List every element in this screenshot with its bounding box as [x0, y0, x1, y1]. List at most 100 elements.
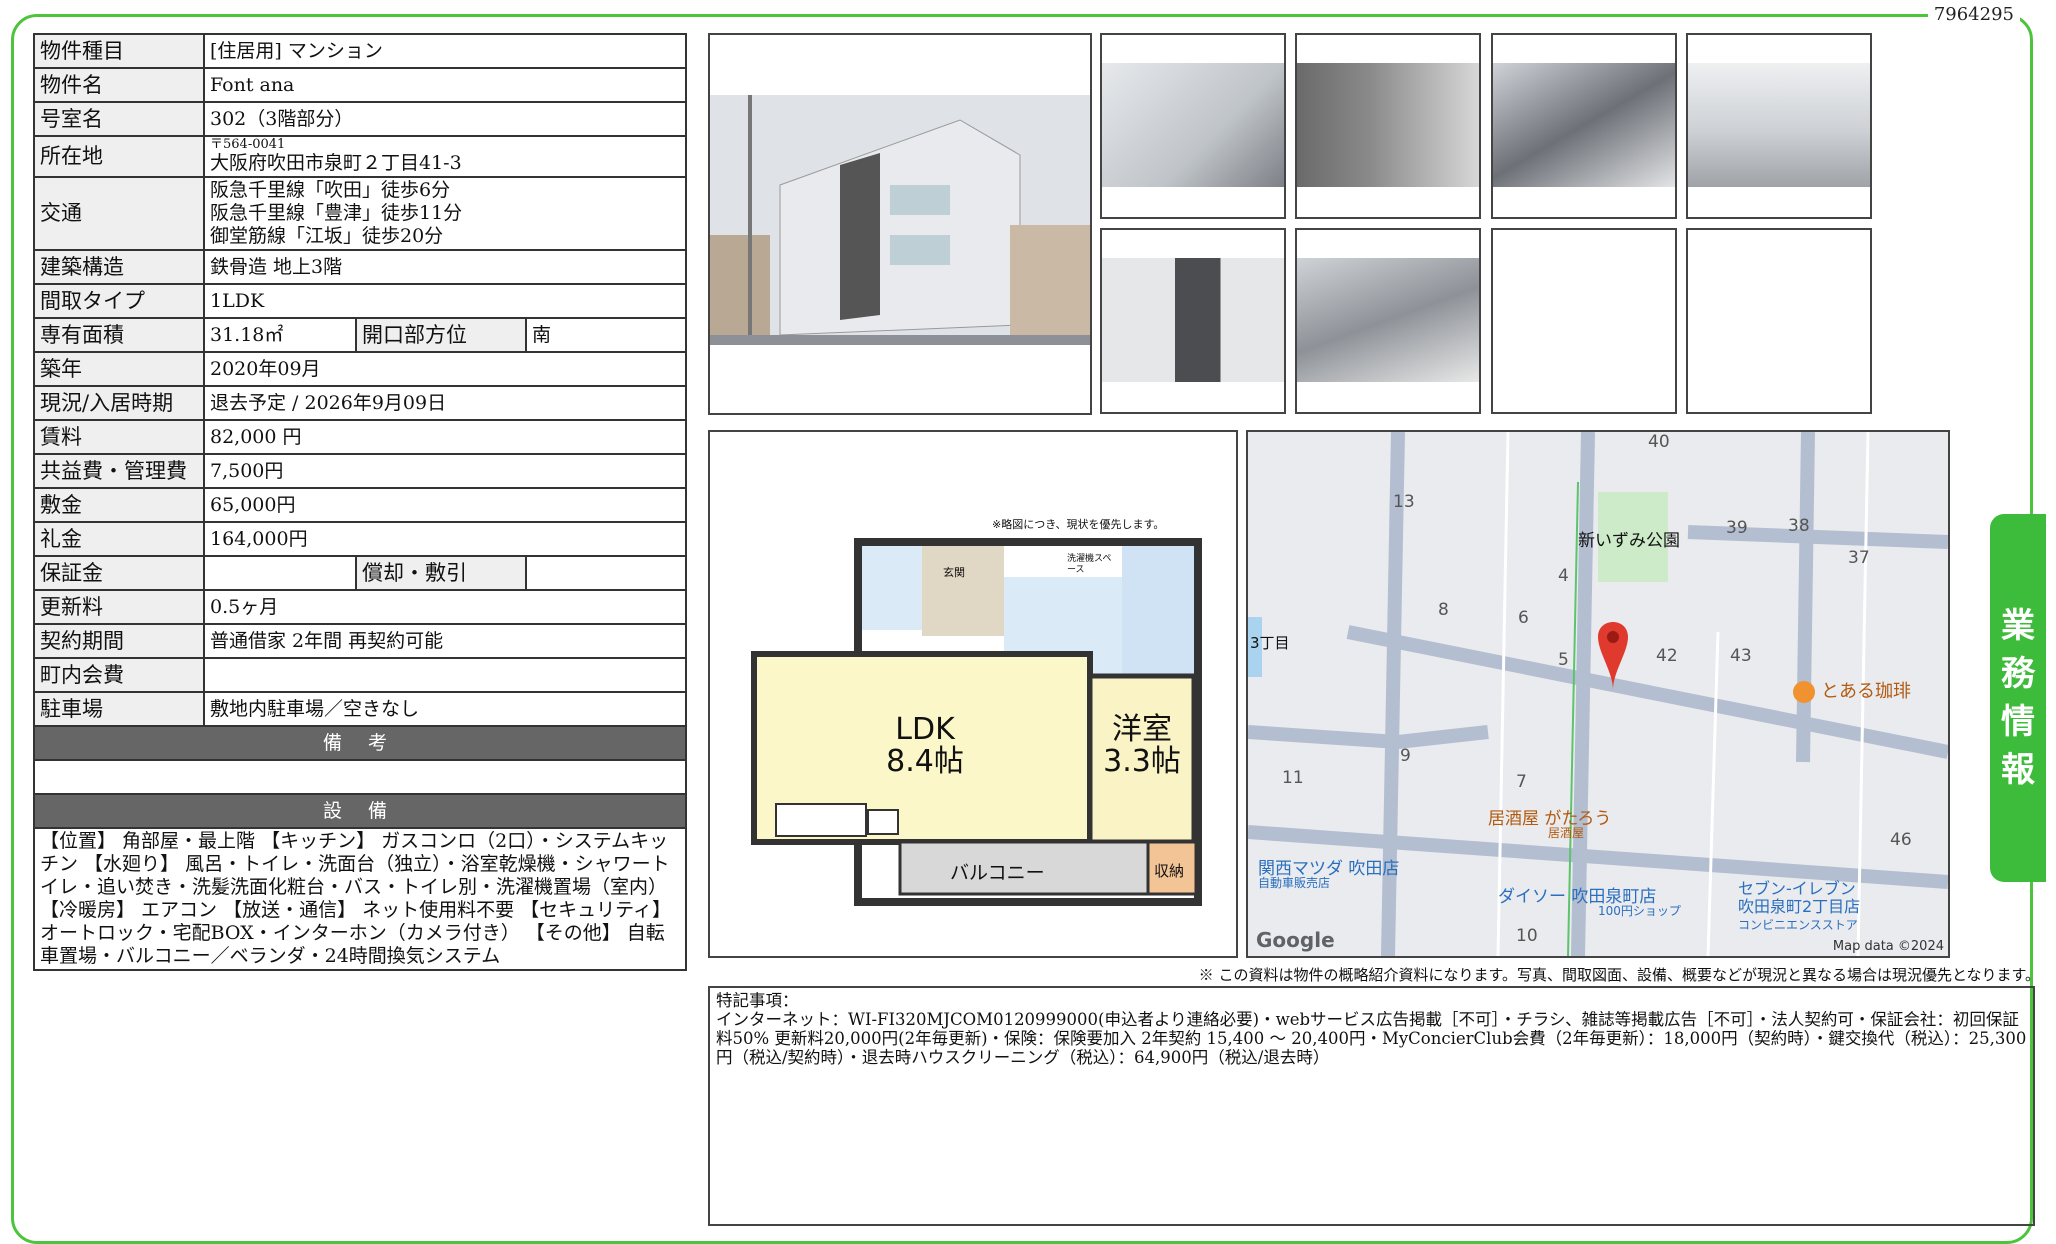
- orientation-value: 南: [525, 317, 687, 353]
- ldk-name: LDK: [895, 712, 955, 747]
- deposit-label: 敷金: [33, 487, 205, 523]
- orientation-label: 開口部方位: [355, 317, 527, 353]
- ldk-size: 8.4帖: [886, 744, 964, 779]
- type-value: [住居用] マンション: [203, 33, 687, 69]
- status-label: 現況/入居時期: [33, 385, 205, 421]
- entrance-photo[interactable]: [1100, 33, 1286, 219]
- guarantee-label: 保証金: [33, 555, 205, 591]
- transport-line: 阪急千里線「吹田」徒歩6分: [210, 179, 451, 201]
- status-value: 退去予定 / 2026年9月09日: [203, 385, 687, 421]
- address-label: 所在地: [33, 135, 205, 178]
- floor-plan-note: ※略図につき、現状を優先します。: [992, 518, 1165, 531]
- block-number: 37: [1848, 548, 1870, 568]
- western-room-label: 洋室 3.3帖: [1094, 714, 1190, 778]
- renewal-value: 0.5ヶ月: [203, 589, 687, 625]
- parking-value: 敷地内駐車場／空きなし: [203, 691, 687, 727]
- building-illustration: [710, 35, 1090, 413]
- side-tab-char: 報: [2001, 750, 2035, 790]
- amortization-label: 償却・敷引: [355, 555, 527, 591]
- special-notes-title: 特記事項：: [716, 991, 799, 1010]
- empty-photo-slot: [1491, 228, 1677, 414]
- side-tab-char: 務: [2001, 654, 2035, 694]
- block-number: 46: [1890, 830, 1912, 850]
- map-daiso-sub: 100円ショップ: [1598, 904, 1681, 918]
- block-number: 10: [1516, 926, 1538, 946]
- block-number: 39: [1726, 518, 1748, 538]
- block-number: 8: [1438, 600, 1449, 620]
- block-number: 9: [1400, 746, 1411, 766]
- equipment-value: 【位置】 角部屋・最上階 【キッチン】 ガスコンロ（2口）・システムキッチン 【…: [33, 827, 687, 971]
- balcony-label: バルコニー: [950, 862, 1045, 884]
- seven-store: 吹田泉町2丁目店: [1738, 897, 1861, 916]
- key-money-label: 礼金: [33, 521, 205, 557]
- map-cafe-label: とある珈琲: [1793, 677, 1911, 703]
- special-notes-box: 特記事項： インターネット：WI-FI320MJCOM0120999000(申込…: [708, 986, 2035, 1226]
- map-mazda-sub: 自動車販売店: [1258, 876, 1331, 890]
- deposit-value: 65,000円: [203, 487, 687, 523]
- layout-label: 間取タイプ: [33, 283, 205, 319]
- area-label: 専有面積: [33, 317, 205, 353]
- contract-value: 普通借家 2年間 再契約可能: [203, 623, 687, 659]
- cafe-name: とある珈琲: [1821, 681, 1911, 702]
- google-logo: Google: [1256, 928, 1335, 952]
- address-text: 大阪府吹田市泉町２丁目41-3: [210, 152, 462, 174]
- map-park-label: 新いずみ公園: [1578, 531, 1680, 551]
- special-notes-body: インターネット：WI-FI320MJCOM0120999000(申込者より連絡必…: [716, 1010, 2027, 1067]
- block-number: 5: [1558, 650, 1569, 670]
- map-copyright: Map data ©2024: [1832, 939, 1944, 954]
- western-size: 3.3帖: [1103, 744, 1181, 779]
- intercom-photo[interactable]: [1100, 228, 1286, 414]
- property-table: 物件種目 [住居用] マンション 物件名 Font ana 号室名 302（3階部分）…: [33, 33, 687, 971]
- amortization-value: [525, 555, 687, 591]
- mailbox-photo[interactable]: [1491, 33, 1677, 219]
- type-label: 物件種目: [33, 33, 205, 69]
- hallway-photo[interactable]: [1295, 33, 1481, 219]
- disclaimer-note: ※ この資料は物件の概略紹介資料になります。写真、間取図面、設備、概要などが現況…: [1198, 966, 2040, 984]
- exterior-photo[interactable]: [1686, 33, 1872, 219]
- seven-sub: コンビニエンスストア: [1738, 918, 1858, 932]
- community-label: 町内会費: [33, 657, 205, 693]
- rent-value: 82,000 円: [203, 419, 687, 455]
- community-value: [203, 657, 687, 693]
- seven-name: セブン-イレブン: [1738, 879, 1856, 898]
- fee-value: 7,500円: [203, 453, 687, 489]
- side-tab-char: 業: [2001, 606, 2035, 646]
- block-number: 6: [1518, 608, 1529, 628]
- side-tab-char: 情: [2001, 702, 2035, 742]
- side-tab-business-info[interactable]: 業 務 情 報: [1990, 514, 2046, 882]
- structure-value: 鉄骨造 地上3階: [203, 249, 687, 285]
- storage-label: 収納: [1154, 862, 1185, 880]
- delivery-box-photo[interactable]: [1295, 228, 1481, 414]
- location-map[interactable]: 新いずみ公園 とある珈琲 居酒屋 がたろう 居酒屋 関西マツダ 吹田店 自動車販…: [1246, 430, 1950, 958]
- transport-line: 御堂筋線「江坂」徒歩20分: [210, 225, 444, 247]
- transport-value: 阪急千里線「吹田」徒歩6分 阪急千里線「豊津」徒歩11分 御堂筋線「江坂」徒歩20分: [203, 176, 687, 251]
- map-seven-label: セブン-イレブン 吹田泉町2丁目店コンビニエンスストア: [1738, 880, 1860, 934]
- built-value: 2020年09月: [203, 351, 687, 387]
- ldk-label: LDK 8.4帖: [840, 714, 1010, 778]
- room-value: 302（3階部分）: [203, 101, 687, 137]
- remarks-header: 備 考: [33, 725, 687, 761]
- fee-label: 共益費・管理費: [33, 453, 205, 489]
- address-value: 〒564-0041 大阪府吹田市泉町２丁目41-3: [203, 135, 687, 178]
- block-number: 13: [1393, 492, 1415, 512]
- layout-value: 1LDK: [203, 283, 687, 319]
- room-label: 号室名: [33, 101, 205, 137]
- empty-photo-slot: [1686, 228, 1872, 414]
- entrance-label: 玄関: [943, 566, 965, 579]
- western-name: 洋室: [1112, 712, 1172, 747]
- block-number: 4: [1558, 566, 1569, 586]
- renewal-label: 更新料: [33, 589, 205, 625]
- structure-label: 建築構造: [33, 249, 205, 285]
- washer-label: 洗濯機スペース: [1067, 554, 1112, 575]
- main-building-photo[interactable]: [708, 33, 1092, 415]
- block-number: 11: [1282, 768, 1304, 788]
- map-area-label: 3丁目: [1250, 634, 1290, 652]
- contract-label: 契約期間: [33, 623, 205, 659]
- remarks-value: [33, 759, 687, 795]
- floor-plan[interactable]: ※略図につき、現状を優先します。 玄関 洗濯機スペース LDK 8.4帖 洋室 3.…: [708, 430, 1238, 958]
- document-id: 7964295: [1927, 4, 2020, 25]
- equipment-header: 設 備: [33, 793, 687, 829]
- transport-label: 交通: [33, 176, 205, 251]
- area-value: 31.18㎡: [203, 317, 357, 353]
- block-number: 42: [1656, 646, 1678, 666]
